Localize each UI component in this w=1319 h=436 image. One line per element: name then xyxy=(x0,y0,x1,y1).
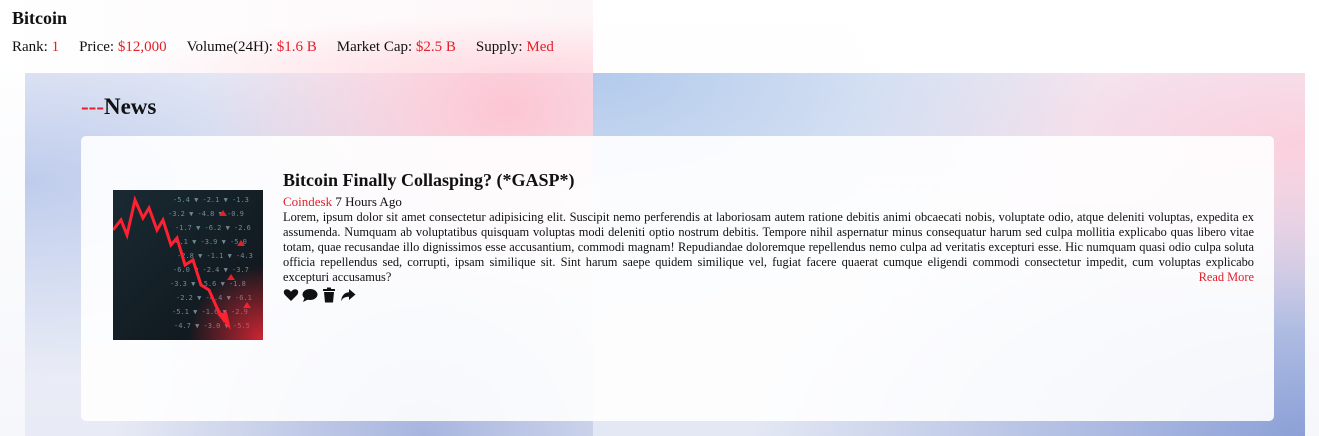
stat-value: $1.6 B xyxy=(276,39,317,55)
coin-name: Bitcoin xyxy=(12,8,68,28)
news-heading: ---News xyxy=(81,94,156,120)
stat-label: Market Cap: xyxy=(336,39,413,55)
stat-value: $12,000 xyxy=(117,39,167,55)
stat-supply: Supply: Med xyxy=(476,39,554,56)
falling-stock-chart-image[interactable]: -5.4 ▼ -2.1 ▼ -1.3 -3.2 ▼ -4.8 ▼ -0.9 -1… xyxy=(113,190,263,340)
article-actions xyxy=(283,287,1254,303)
stat-market-cap: Market Cap: $2.5 B xyxy=(337,39,456,56)
stat-label: Rank: xyxy=(12,39,48,55)
stat-value: 1 xyxy=(51,39,60,55)
stat-value: Med xyxy=(526,39,554,55)
trash-icon[interactable] xyxy=(321,287,337,303)
read-more-link[interactable]: Read More xyxy=(1199,270,1254,285)
article-source[interactable]: Coindesk xyxy=(283,194,332,209)
news-heading-text: News xyxy=(103,94,157,119)
stat-volume: Volume(24H): $1.6 B xyxy=(187,39,317,56)
heart-icon[interactable] xyxy=(283,287,299,303)
stat-label: Supply: xyxy=(475,39,523,55)
coin-stats: Rank: 1 Price: $12,000 Volume(24H): $1.6… xyxy=(12,39,574,56)
article-body: Lorem, ipsum dolor sit amet consectetur … xyxy=(283,210,1254,285)
news-heading-dash: --- xyxy=(81,94,104,119)
stat-price: Price: $12,000 xyxy=(79,39,167,56)
stat-label: Volume(24H): xyxy=(186,39,273,55)
coin-header: Bitcoin Rank: 1 Price: $12,000 Volume(24… xyxy=(0,0,1319,73)
article-content: Bitcoin Finally Collasping? (*GASP*) Coi… xyxy=(283,169,1254,303)
share-icon[interactable] xyxy=(340,287,356,303)
article-meta: Coindesk 7 Hours Ago xyxy=(283,194,1254,209)
comment-icon[interactable] xyxy=(302,287,318,303)
stat-value: $2.5 B xyxy=(415,39,456,55)
news-card: -5.4 ▼ -2.1 ▼ -1.3 -3.2 ▼ -4.8 ▼ -0.9 -1… xyxy=(81,136,1274,421)
article-title[interactable]: Bitcoin Finally Collasping? (*GASP*) xyxy=(283,169,1254,191)
article-body-text: Lorem, ipsum dolor sit amet consectetur … xyxy=(283,210,1254,284)
stat-rank: Rank: 1 xyxy=(12,39,59,56)
article-time: 7 Hours Ago xyxy=(335,194,402,209)
stat-label: Price: xyxy=(79,39,115,55)
